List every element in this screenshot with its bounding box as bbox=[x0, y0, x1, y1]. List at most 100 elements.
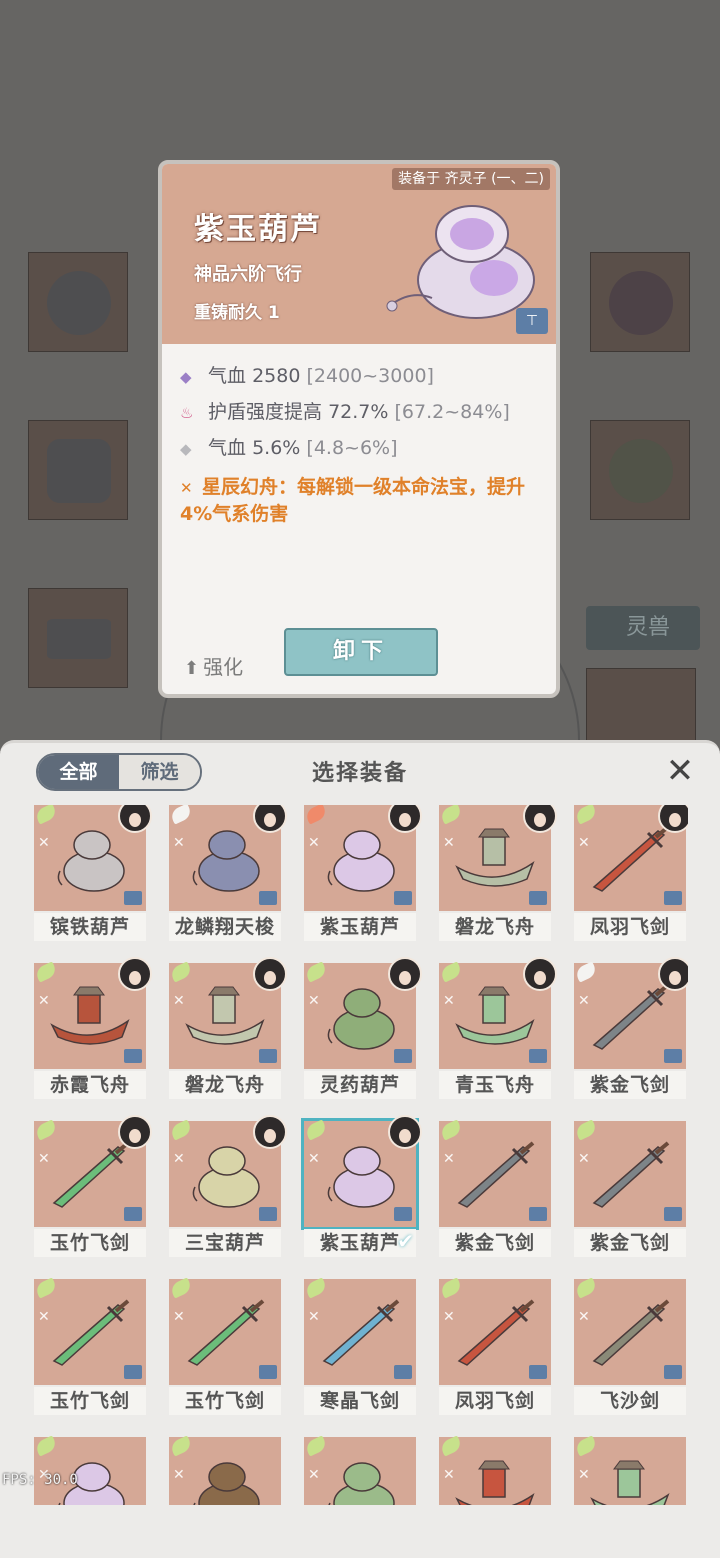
equipment-card[interactable]: ✕ 紫玉葫芦 bbox=[303, 805, 422, 941]
equipment-thumbnail: ✕ bbox=[573, 805, 688, 911]
equipment-thumbnail: ✕ bbox=[573, 1435, 686, 1505]
equipment-card[interactable]: ✕ 玉竹飞剑 bbox=[34, 1277, 146, 1415]
sigil-icon: ✕ bbox=[308, 1151, 320, 1167]
equipment-card[interactable]: ✕ bbox=[303, 1435, 416, 1505]
equipment-grid: ✕ 镔铁葫芦 ✕ 龙鳞翔天梭 ✕ 紫玉葫芦 ✕ 磐龙飞舟 ✕ 凤羽飞剑 ✕ 赤霞飞舟 ✕ bbox=[34, 805, 688, 1505]
enhance-label: 强化 bbox=[203, 655, 244, 679]
equipment-card[interactable]: ✕ 紫玉葫芦 ✔ bbox=[301, 1115, 422, 1257]
equipment-card[interactable]: ✕ 凤羽飞剑 bbox=[438, 1277, 551, 1415]
owner-avatar bbox=[118, 1115, 152, 1149]
equipment-card[interactable]: ✕ 紫金飞剑 bbox=[438, 1119, 551, 1257]
equipment-thumbnail: ✕ bbox=[168, 1115, 287, 1227]
purple-diamond-icon: ◆ bbox=[180, 368, 192, 386]
feather-icon bbox=[438, 805, 464, 825]
sword-icon bbox=[592, 1141, 670, 1208]
enhance-button[interactable]: ⬆ 强化 bbox=[184, 651, 243, 680]
equipment-thumbnail: ✕ bbox=[168, 805, 287, 911]
panel-title: 选择装备 bbox=[311, 761, 408, 786]
equipment-card[interactable]: ✕ 灵药葫芦 bbox=[303, 957, 422, 1099]
equipment-thumbnail: ✕ bbox=[573, 957, 688, 1069]
feather-icon bbox=[34, 1119, 59, 1141]
equipment-thumbnail: ✕ bbox=[168, 957, 287, 1069]
sigil-icon: ✕ bbox=[308, 1467, 320, 1483]
boat-icon bbox=[185, 986, 265, 1045]
lock-icon bbox=[664, 1049, 682, 1063]
equipment-card[interactable]: ✕ 三宝葫芦 bbox=[168, 1115, 287, 1257]
up-arrow-icon: ⬆ bbox=[184, 658, 200, 679]
bg-equip-slot bbox=[590, 252, 690, 352]
equipment-card[interactable]: ✕ 龙鳞翔天梭 bbox=[168, 805, 287, 941]
gourd-icon bbox=[327, 830, 395, 892]
equipment-thumbnail: ✕ bbox=[303, 1277, 416, 1385]
unequip-button[interactable]: 卸下 bbox=[284, 628, 438, 676]
equipment-card[interactable]: ✕ 镔铁葫芦 bbox=[34, 805, 152, 941]
equipment-card[interactable]: ✕ 磐龙飞舟 bbox=[168, 957, 287, 1099]
lock-button[interactable]: ⊤ bbox=[516, 308, 548, 334]
owner-avatar bbox=[388, 1115, 422, 1149]
equipment-card[interactable]: ✕ 凤羽飞剑 bbox=[573, 805, 688, 941]
equipment-name: 凤羽飞剑 bbox=[574, 913, 686, 941]
feather-icon bbox=[303, 961, 329, 983]
feather-icon bbox=[573, 1277, 599, 1299]
gourd-icon bbox=[327, 1146, 395, 1208]
flame-icon: ♨ bbox=[180, 404, 194, 422]
equipment-name: 飞沙剑 bbox=[574, 1387, 686, 1415]
equipment-card[interactable]: ✕ 紫金飞剑 bbox=[573, 957, 688, 1099]
equipment-name: 紫金飞剑 bbox=[439, 1229, 551, 1257]
sigil-icon: ✕ bbox=[443, 1309, 455, 1325]
lock-icon bbox=[529, 891, 547, 905]
sword-icon bbox=[187, 1299, 265, 1366]
equipment-thumbnail: ✕ bbox=[573, 1277, 686, 1385]
equipment-card[interactable]: ✕ 飞沙剑 bbox=[573, 1277, 686, 1415]
equipment-card[interactable]: ✕ 紫金飞剑 bbox=[573, 1119, 686, 1257]
sigil-icon: ✕ bbox=[173, 1309, 185, 1325]
lock-icon bbox=[124, 1365, 142, 1379]
equipment-card[interactable]: ✕ 寒晶飞剑 bbox=[303, 1277, 416, 1415]
equipment-card[interactable]: ✕ bbox=[34, 1435, 146, 1505]
sigil-icon: ✕ bbox=[578, 993, 590, 1009]
equipment-thumbnail: ✕ bbox=[438, 1277, 551, 1385]
feather-icon bbox=[34, 1435, 59, 1457]
feather-icon bbox=[34, 805, 59, 825]
equipment-card[interactable]: ✕ 磐龙飞舟 bbox=[438, 805, 557, 941]
equipment-card[interactable]: ✕ bbox=[168, 1435, 281, 1505]
close-icon[interactable]: ✕ bbox=[660, 751, 700, 791]
owner-avatar bbox=[253, 1115, 287, 1149]
feather-icon bbox=[168, 961, 194, 983]
gourd-icon bbox=[327, 988, 395, 1050]
sigil-icon: ✕ bbox=[173, 993, 185, 1009]
equipment-thumbnail: ✕ bbox=[34, 957, 152, 1069]
equipment-card[interactable]: ✕ 青玉飞舟 bbox=[438, 957, 557, 1099]
equipment-name: 磐龙飞舟 bbox=[169, 1071, 281, 1099]
equipment-card[interactable]: ✕ 赤霞飞舟 bbox=[34, 957, 152, 1099]
equipment-card[interactable]: ✕ bbox=[573, 1435, 686, 1505]
owner-avatar bbox=[388, 957, 422, 991]
sword-icon bbox=[52, 1141, 130, 1208]
stat-row: ◆ 气血 2580 [2400~3000] bbox=[180, 358, 556, 394]
special-effect: ✕ 星辰幻舟：每解锁一级本命法宝，提升4%气系伤害 bbox=[180, 466, 556, 527]
feather-icon bbox=[168, 805, 194, 825]
equipment-thumbnail: ✕ bbox=[34, 1277, 146, 1385]
owner-avatar bbox=[523, 805, 557, 833]
equipment-card[interactable]: ✕ 玉竹飞剑 bbox=[168, 1277, 281, 1415]
equipment-thumbnail: ✕ bbox=[438, 805, 557, 911]
sigil-icon: ✕ bbox=[308, 993, 320, 1009]
sigil-icon: ✕ bbox=[443, 993, 455, 1009]
equipment-name: 镔铁葫芦 bbox=[34, 913, 146, 941]
equipment-card[interactable]: ✕ bbox=[438, 1435, 551, 1505]
sigil-icon: ✕ bbox=[443, 835, 455, 851]
sword-icon bbox=[592, 983, 670, 1050]
sigil-icon: ✕ bbox=[173, 835, 185, 851]
feather-icon bbox=[573, 1435, 599, 1457]
stat-label: 气血 2580 bbox=[208, 365, 301, 387]
feather-icon bbox=[168, 1119, 194, 1141]
item-durability: 重铸耐久 1 bbox=[194, 303, 280, 323]
equipment-card[interactable]: ✕ 玉竹飞剑 bbox=[34, 1115, 152, 1257]
owner-avatar bbox=[523, 957, 557, 991]
sigil-icon: ✕ bbox=[578, 1151, 590, 1167]
bg-equip-slot bbox=[28, 252, 128, 352]
lock-icon bbox=[259, 891, 277, 905]
feather-icon bbox=[573, 961, 599, 983]
equipment-name: 赤霞飞舟 bbox=[34, 1071, 146, 1099]
sword-icon bbox=[322, 1299, 400, 1366]
